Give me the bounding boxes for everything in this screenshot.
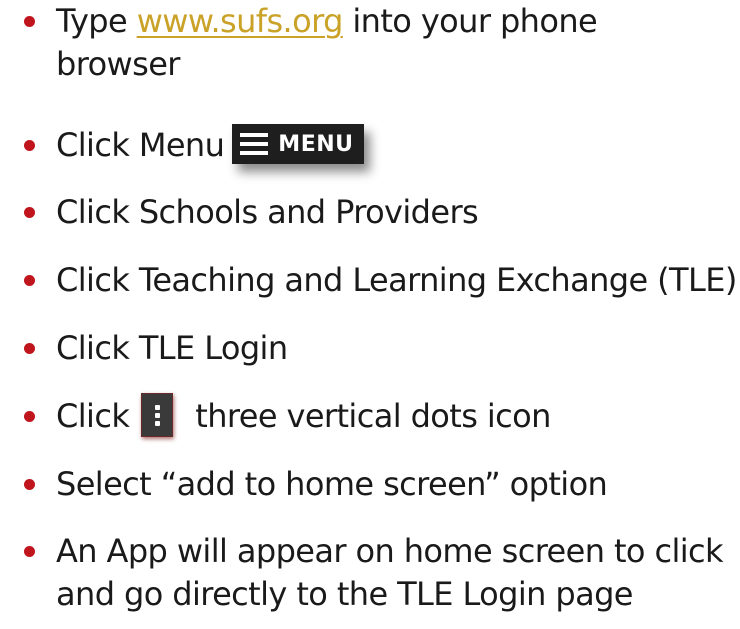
step-text: Click Menu MENU [56,124,364,167]
step-text: Click three vertical dots icon [56,393,551,438]
step-text: Select “add to home screen” option [56,465,608,503]
step-label-suffix: three vertical dots icon [195,397,551,435]
bullet [24,343,35,354]
step-text: Click TLE Login [56,329,288,367]
bullet [24,411,35,422]
bullet [24,140,35,151]
step-text-suffix: into your phone [342,2,598,40]
step-text: Click Teaching and Learning Exchange (TL… [56,261,737,299]
step-text: An App will appear on home screen to cli… [56,530,724,616]
hamburger-menu-icon [240,132,269,156]
step-label: Click Menu [56,126,225,164]
bullet [24,546,35,557]
bullet [24,479,35,490]
step-label: Click [56,397,130,435]
step-line: An App will appear on home screen to cli… [56,532,724,570]
three-vertical-dots-icon[interactable] [141,393,174,437]
sufs-link[interactable]: www.sufs.org [137,2,344,40]
step-line-2: browser [56,45,180,83]
step-line: Type www.sufs.org into your phone [56,0,598,43]
bullet [24,275,35,286]
step-text: Type www.sufs.org into your phone browse… [56,0,598,86]
step-text: Click Schools and Providers [56,193,479,231]
step-text-prefix: Type [56,2,137,40]
menu-label: MENU [278,131,354,157]
bullet [24,16,35,27]
menu-button[interactable]: MENU [232,124,364,164]
instruction-list: Type www.sufs.org into your phone browse… [0,0,740,629]
bullet [24,207,35,218]
step-line-2: and go directly to the TLE Login page [56,575,634,613]
